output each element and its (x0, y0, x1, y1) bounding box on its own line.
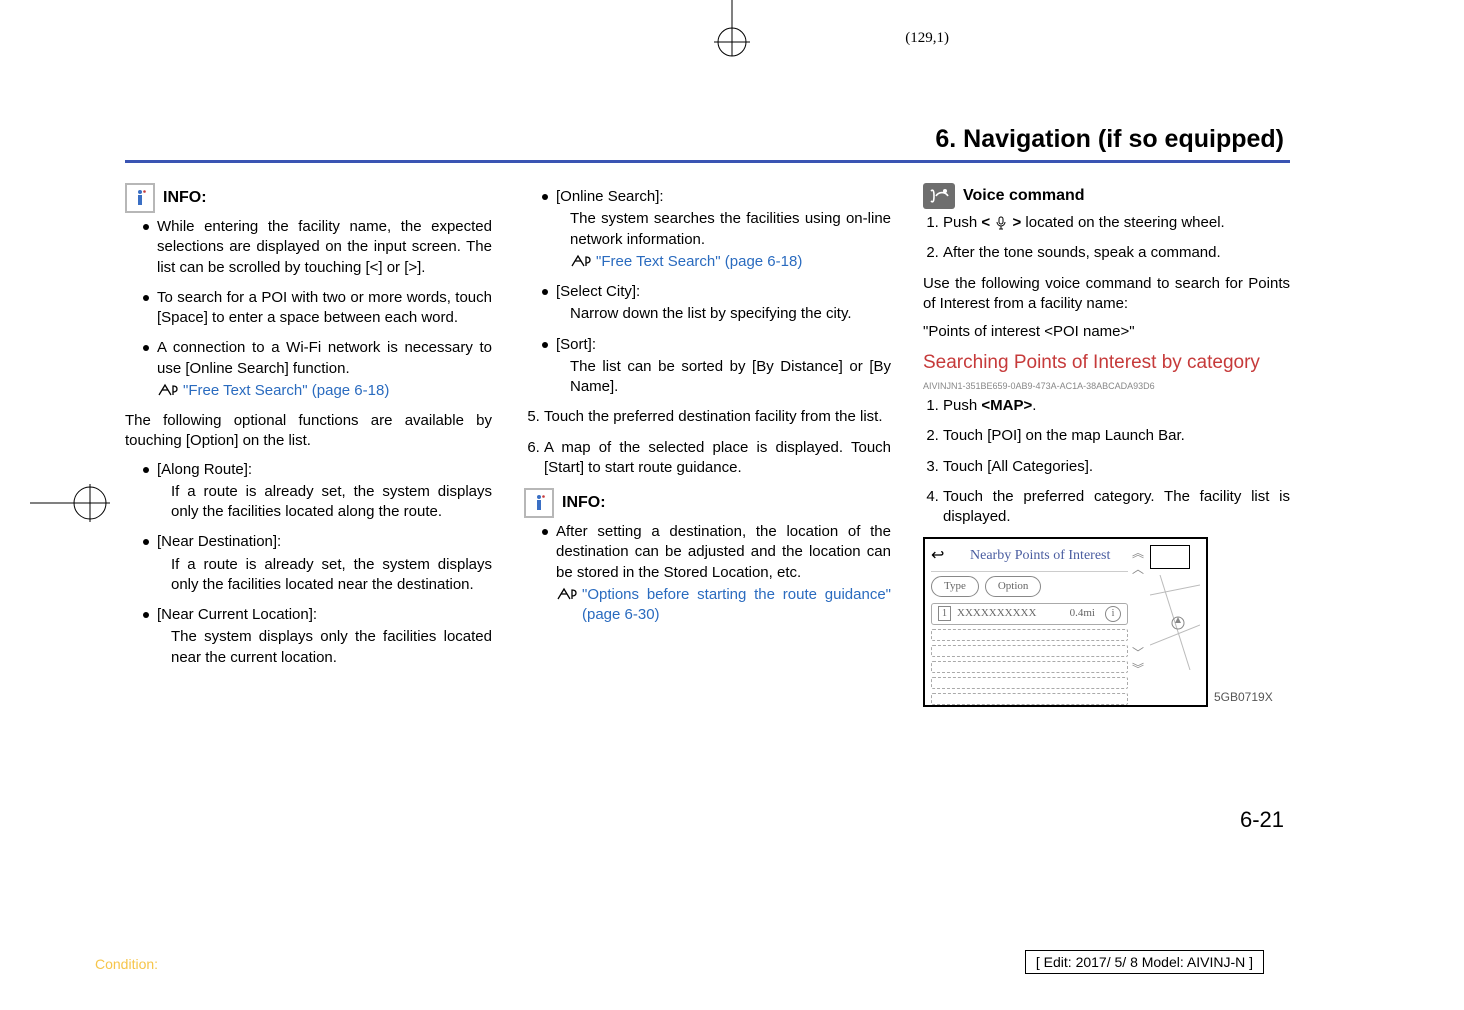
option-item: [Sort]: The list can be sorted by [By Di… (542, 335, 891, 398)
info-icon (125, 183, 155, 213)
register-mark-left (30, 456, 140, 551)
coord-label: (129,1) (905, 30, 949, 47)
step-item: Push <MAP>. (943, 396, 1290, 416)
info-bullet-text: After setting a destination, the locatio… (556, 523, 891, 581)
option-item: [Along Route]: If a route is already set… (143, 460, 492, 523)
mini-map-graphic (1150, 575, 1200, 675)
list-item-name: XXXXXXXXXX (957, 606, 1036, 621)
info-label: INFO: (562, 492, 606, 514)
list-item-placeholder (931, 645, 1128, 657)
step-item: Touch the preferred category. The facili… (943, 487, 1290, 528)
page-ref-icon (157, 381, 179, 397)
back-icon: ↩ (931, 545, 944, 567)
page-ref-link[interactable]: "Free Text Search" (page 6-18) (596, 252, 802, 272)
scroll-arrows: ︽ ︿ ﹀ ︾ (1132, 545, 1144, 677)
info-bullet-text: A connection to a Wi-Fi network is neces… (157, 339, 492, 376)
option-body: The system searches the facilities using… (556, 209, 891, 250)
step-item: A map of the selected place is displayed… (544, 438, 891, 479)
step-item: Touch the preferred destination facility… (544, 407, 891, 427)
thumb-title: Nearby Points of Interest (952, 547, 1128, 566)
list-item: 1 XXXXXXXXXX 0.4mi i (931, 603, 1128, 625)
page-ref-link[interactable]: "Options before starting the route guida… (582, 585, 891, 626)
info-icon (524, 488, 554, 518)
step-text: Push (943, 397, 981, 414)
pill-option: Option (985, 576, 1042, 597)
page-ref-icon (570, 252, 592, 268)
list-item-index: 1 (938, 606, 951, 622)
step-item: Touch [All Categories]. (943, 457, 1290, 477)
page-ref-icon (556, 585, 578, 601)
pill-type: Type (931, 576, 979, 597)
step-item: Touch [POI] on the map Launch Bar. (943, 426, 1290, 446)
option-item: [Select City]: Narrow down the list by s… (542, 282, 891, 325)
step-item: Push < > located on the steering wheel. (943, 213, 1290, 233)
step-text: Push (943, 214, 981, 231)
info-label: INFO: (163, 187, 207, 209)
option-title: [Sort]: (556, 336, 596, 353)
scroll-up-icon: ︿ (1132, 561, 1144, 577)
guid-text: AIVINJN1-351BE659-0AB9-473A-AC1A-38ABCAD… (923, 380, 1290, 392)
option-body: The list can be sorted by [By Distance] … (556, 357, 891, 398)
scroll-top-icon: ︽ (1132, 545, 1144, 561)
body-text: The following optional functions are ava… (125, 411, 492, 452)
scroll-bottom-icon: ︾ (1132, 661, 1144, 677)
body-text: Use the following voice command to searc… (923, 274, 1290, 315)
bracket: > (1012, 214, 1021, 231)
chapter-title: 6. Navigation (if so equipped) (125, 125, 1290, 163)
list-item-placeholder (931, 677, 1128, 689)
option-body: The system displays only the facilities … (157, 627, 492, 668)
option-title: [Online Search]: (556, 188, 664, 205)
subheading: Searching Points of Interest by category (923, 350, 1290, 376)
option-title: [Near Current Location]: (157, 606, 317, 623)
info-bullet: After setting a destination, the locatio… (542, 522, 891, 625)
option-item: [Online Search]: The system searches the… (542, 187, 891, 272)
voice-label: Voice command (963, 185, 1085, 207)
option-body: If a route is already set, the system di… (157, 555, 492, 596)
step-item: After the tone sounds, speak a command. (943, 243, 1290, 263)
option-body: If a route is already set, the system di… (157, 482, 492, 523)
list-item-placeholder (931, 693, 1128, 705)
page-ref-link[interactable]: "Free Text Search" (page 6-18) (183, 381, 389, 401)
body-text: "Points of interest <POI name>" (923, 322, 1290, 342)
footer-condition: Condition: (95, 956, 158, 972)
info-circle-icon: i (1105, 606, 1121, 622)
list-item-distance: 0.4mi (1070, 606, 1095, 621)
step-button-label: <MAP> (981, 397, 1032, 414)
mini-map (1150, 545, 1190, 569)
step-text: located on the steering wheel. (1021, 214, 1224, 231)
mic-icon (994, 216, 1008, 230)
option-item: [Near Current Location]: The system disp… (143, 605, 492, 668)
option-title: [Near Destination]: (157, 533, 281, 550)
voice-icon (923, 183, 955, 209)
register-mark-top (682, 0, 782, 60)
info-bullet: To search for a POI with two or more wor… (143, 288, 492, 329)
info-bullet: While entering the facility name, the ex… (143, 217, 492, 278)
option-title: [Along Route]: (157, 461, 252, 478)
info-bullet: A connection to a Wi-Fi network is neces… (143, 338, 492, 401)
bracket: < (981, 214, 990, 231)
option-title: [Select City]: (556, 283, 640, 300)
scroll-down-icon: ﹀ (1132, 645, 1144, 661)
step-text: . (1032, 397, 1036, 414)
list-item-placeholder (931, 629, 1128, 641)
screenshot-thumbnail: ↩ Nearby Points of Interest Type Option … (923, 537, 1208, 707)
list-item-placeholder (931, 661, 1128, 673)
page-number: 6-21 (1240, 807, 1284, 833)
footer-edit-info: [ Edit: 2017/ 5/ 8 Model: AIVINJ-N ] (1025, 950, 1264, 974)
thumbnail-id: 5GB0719X (1214, 689, 1273, 707)
option-item: [Near Destination]: If a route is alread… (143, 532, 492, 595)
option-body: Narrow down the list by specifying the c… (556, 304, 891, 324)
